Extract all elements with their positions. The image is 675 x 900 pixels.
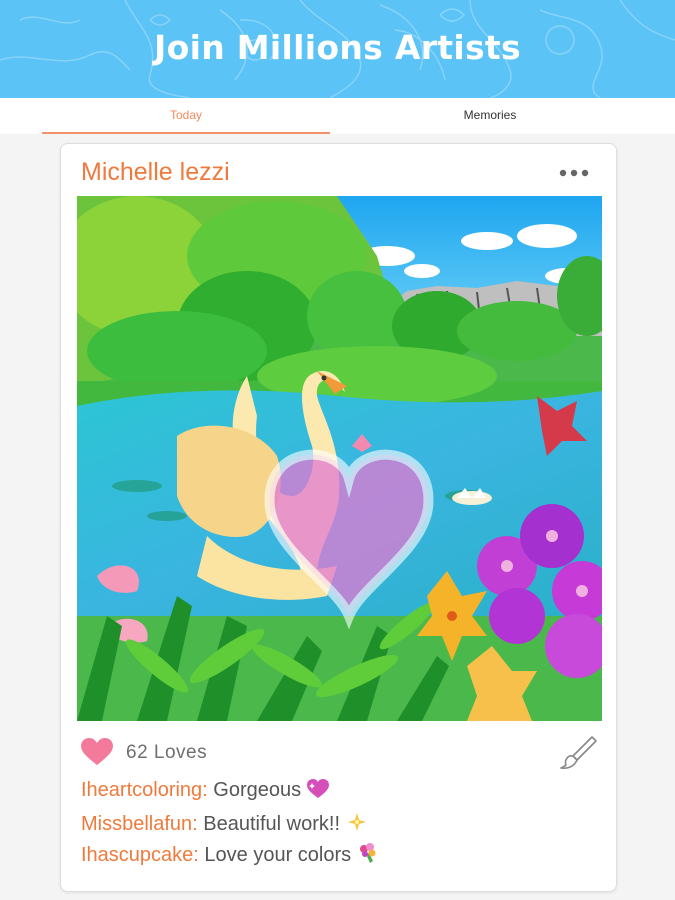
- comment-text: Gorgeous: [207, 779, 302, 801]
- banner-title: Join Millions Artists: [154, 28, 521, 67]
- post-card: Michelle lezzi 62 Loves Iheartcoloring: …: [60, 143, 617, 892]
- comment-text: Love your colors: [198, 844, 352, 866]
- bouquet-icon: [360, 843, 376, 863]
- more-options-icon[interactable]: [558, 168, 594, 178]
- post-author[interactable]: Michelle lezzi: [81, 158, 230, 187]
- tab-memories[interactable]: Memories: [346, 98, 634, 134]
- header-banner: Join Millions Artists: [0, 0, 675, 98]
- comment-item: Ihascupcake: Love your colors: [81, 842, 379, 867]
- tab-bar: Today Memories: [0, 98, 675, 134]
- comment-username[interactable]: Ihascupcake:: [81, 844, 199, 866]
- sparkling-heart-icon: [307, 779, 330, 798]
- comment-text: Beautiful work!!: [197, 813, 341, 835]
- loves-count: 62 Loves: [126, 742, 208, 763]
- comment-item: Iheartcoloring: Gorgeous: [81, 779, 330, 802]
- comment-username[interactable]: Missbellafun:: [81, 813, 198, 835]
- paintbrush-icon[interactable]: [559, 734, 599, 770]
- love-heart-icon[interactable]: [81, 738, 113, 766]
- sparkle-star-icon: [348, 813, 367, 831]
- artwork-image[interactable]: [77, 196, 602, 721]
- comment-username[interactable]: Iheartcoloring:: [81, 779, 208, 801]
- comment-item: Missbellafun: Beautiful work!!: [81, 811, 368, 836]
- tab-today[interactable]: Today: [42, 98, 330, 134]
